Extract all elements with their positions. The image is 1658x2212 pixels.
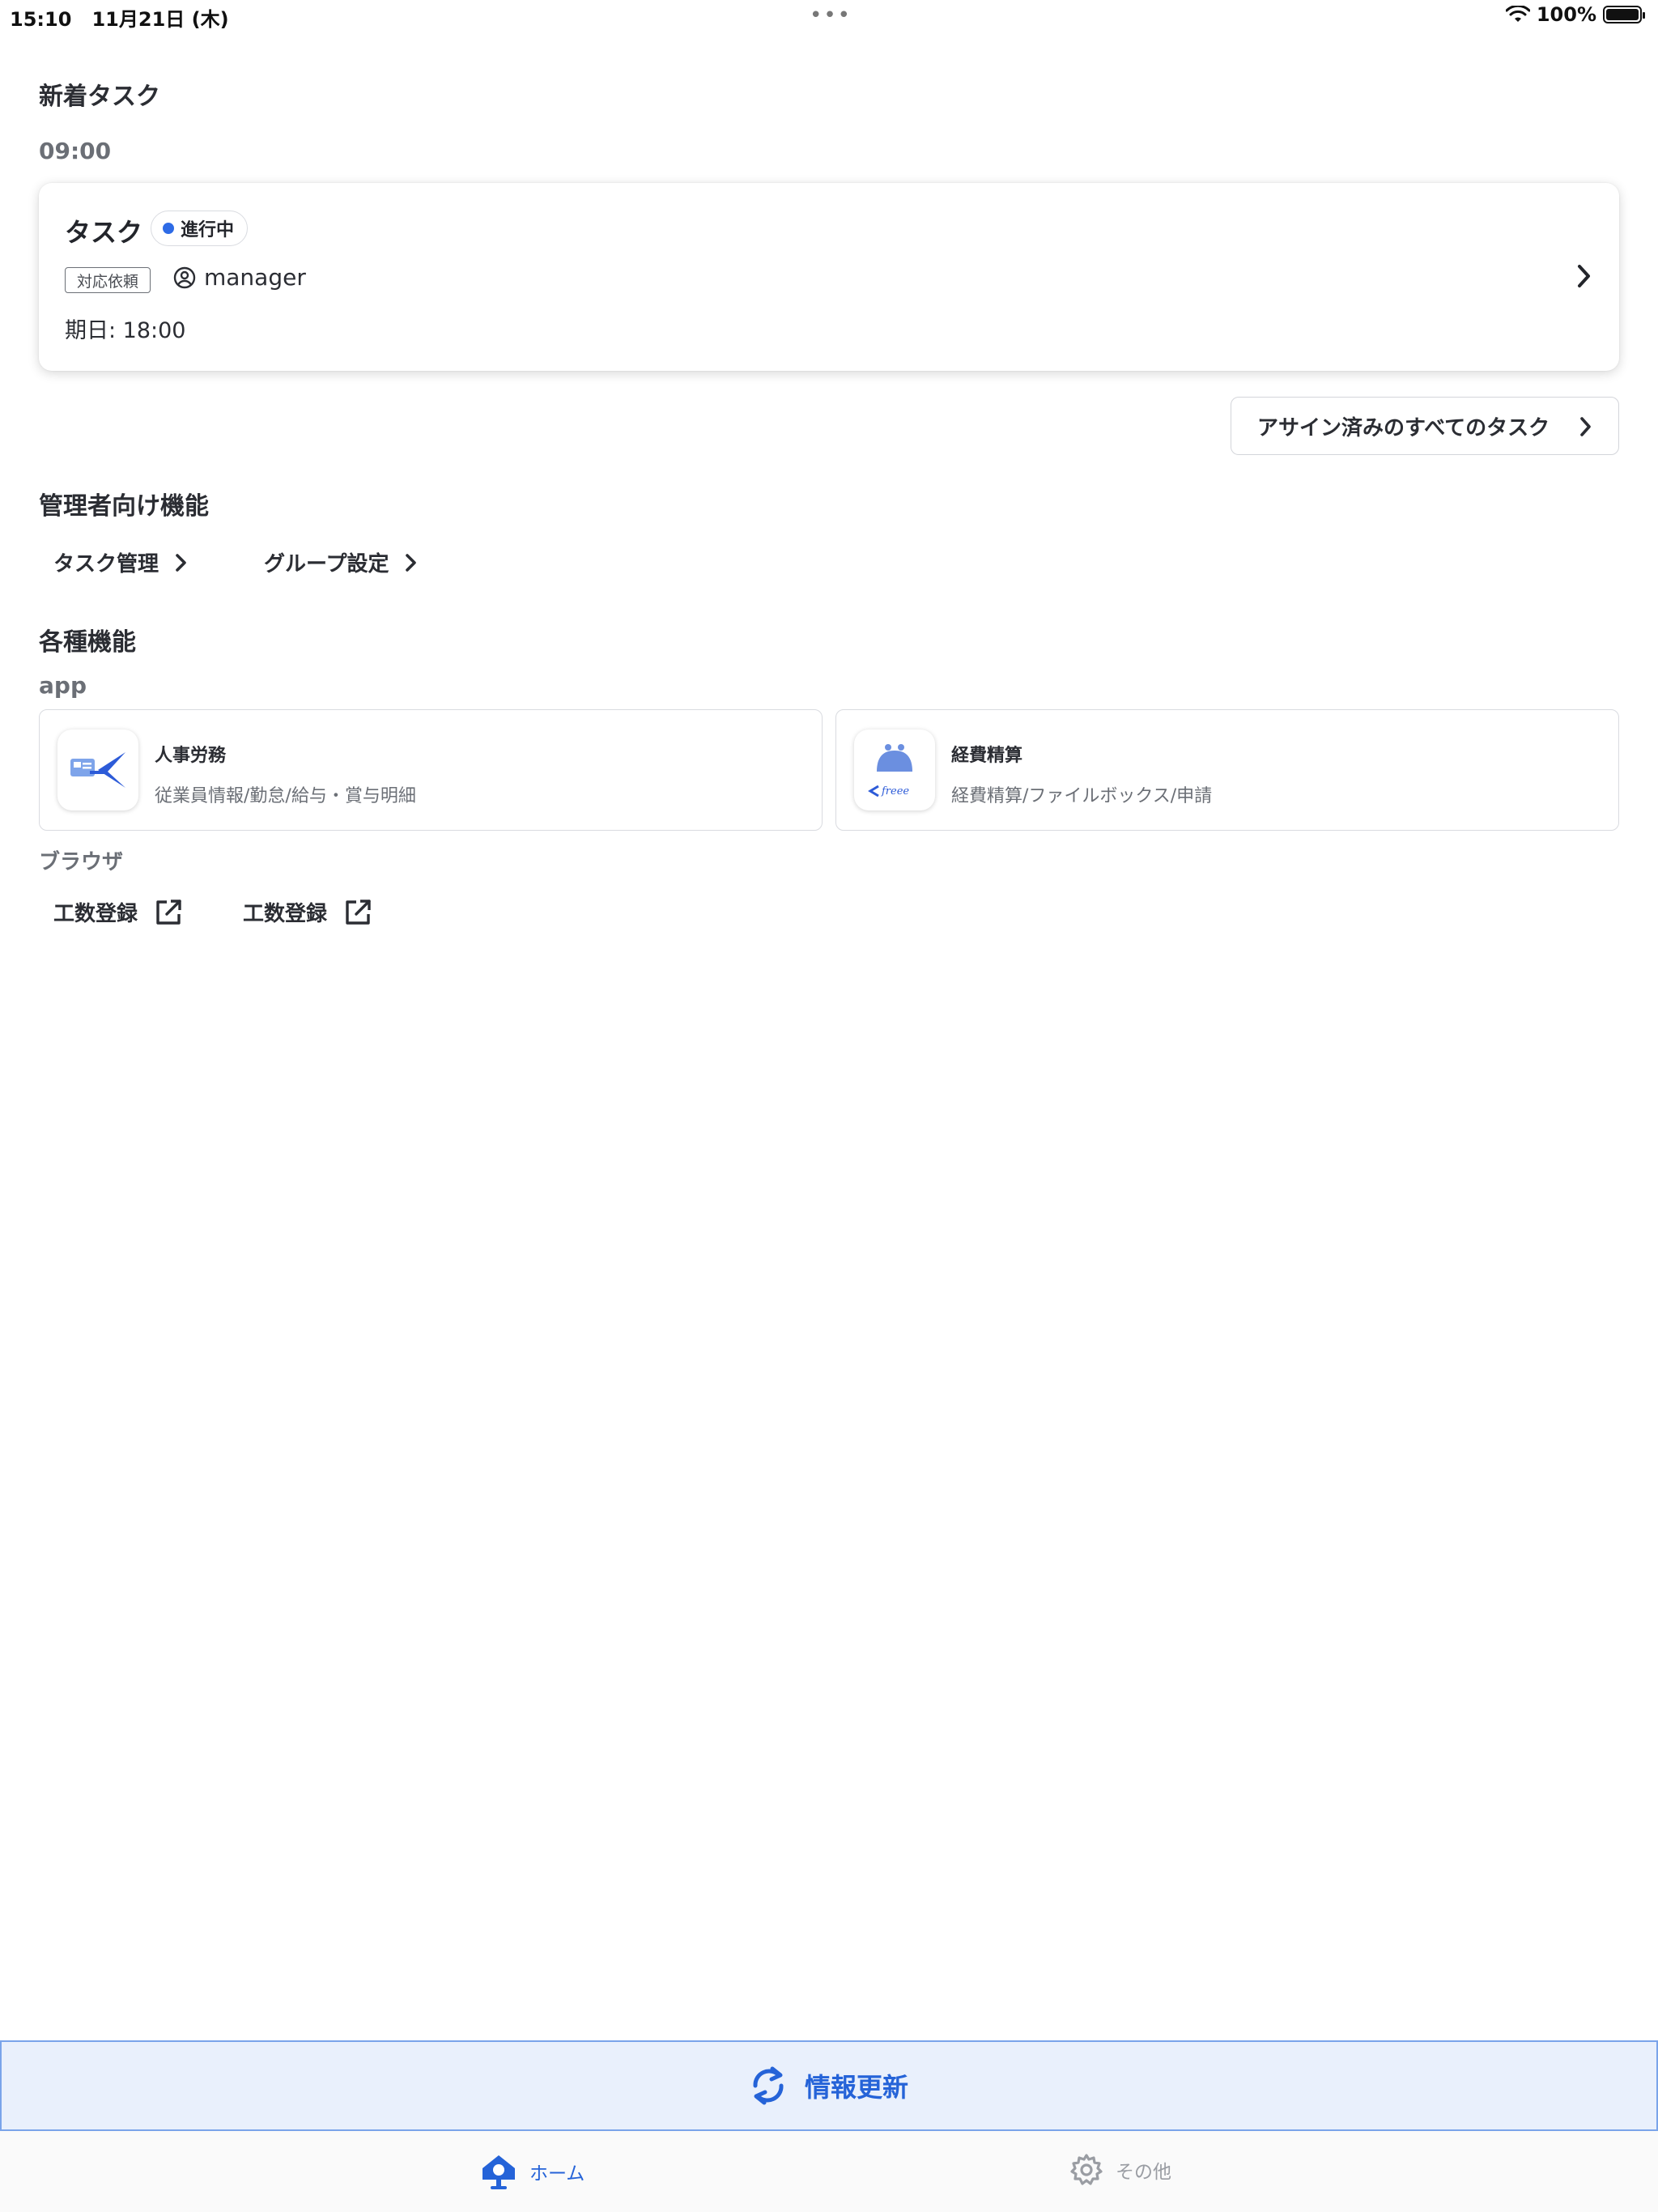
task-card[interactable]: タスク 進行中 対応依頼 manager 期日: 18:00: [39, 183, 1619, 371]
link-group-settings[interactable]: グループ設定: [264, 547, 418, 577]
app-tile-hr[interactable]: 人事労務 従業員情報/勤怠/給与・賞与明細: [39, 709, 823, 831]
all-assigned-tasks-label: アサイン済みのすべてのタスク: [1257, 415, 1550, 440]
app-tile-expense[interactable]: freee 経費精算 経費精算/ファイルボックス/申請: [835, 709, 1619, 831]
tab-other[interactable]: その他: [1069, 2152, 1171, 2188]
assignee-name: manager: [204, 264, 306, 291]
chevron-right-icon: [1578, 265, 1590, 287]
status-bar: 15:10 11月21日 (木) ••• 100%: [0, 0, 1658, 36]
app-description: 従業員情報/勤怠/給与・賞与明細: [155, 786, 416, 806]
app-description: 経費精算/ファイルボックス/申請: [951, 786, 1213, 806]
chevron-right-icon: [176, 553, 186, 572]
task-type-tag: 対応依頼: [65, 267, 151, 293]
link-task-management-label: タスク管理: [53, 552, 159, 576]
new-tasks-heading: 新着タスク: [39, 83, 160, 111]
refresh-button[interactable]: 情報更新: [0, 2040, 1658, 2131]
chevron-right-icon: [1580, 417, 1591, 436]
user-circle-icon: [173, 266, 196, 288]
browser-link-2[interactable]: 工数登録: [243, 897, 372, 927]
refresh-icon: [753, 2066, 784, 2105]
gear-icon: [1070, 2154, 1103, 2185]
external-link-icon: [346, 899, 371, 925]
task-title: タスク: [65, 217, 143, 248]
freee-hr-icon: [57, 730, 138, 810]
tab-home-label: ホーム: [529, 2163, 585, 2184]
time-group-label: 09:00: [39, 138, 112, 164]
admin-heading: 管理者向け機能: [39, 492, 209, 521]
browser-link-1[interactable]: 工数登録: [53, 897, 183, 927]
wifi-icon: [1505, 6, 1530, 22]
svg-text:freee: freee: [881, 785, 909, 798]
home-icon: [483, 2155, 515, 2189]
app-name: 人事労務: [155, 746, 227, 766]
status-badge: 進行中: [151, 211, 249, 246]
tab-other-label: その他: [1116, 2162, 1171, 2183]
battery-icon: [1603, 6, 1645, 23]
browser-link-label: 工数登録: [53, 902, 138, 926]
status-badge-label: 進行中: [181, 220, 235, 240]
chevron-right-icon: [406, 553, 417, 572]
link-task-management[interactable]: タスク管理: [53, 547, 188, 577]
external-link-icon: [156, 899, 181, 925]
status-dot-icon: [163, 223, 174, 234]
all-assigned-tasks-button[interactable]: アサイン済みのすべてのタスク: [1231, 397, 1619, 455]
refresh-label: 情報更新: [804, 2072, 908, 2103]
app-name: 経費精算: [951, 746, 1023, 766]
status-date: 11月21日 (木): [91, 8, 229, 31]
features-heading: 各種機能: [39, 628, 136, 657]
status-right: 100%: [1505, 3, 1645, 26]
task-due: 期日: 18:00: [65, 318, 186, 343]
browser-section-label: ブラウザ: [39, 850, 124, 874]
tab-home[interactable]: ホーム: [479, 2152, 585, 2191]
assignee: manager: [173, 264, 306, 291]
freee-expense-icon: freee: [854, 730, 935, 810]
multitasking-dots-icon[interactable]: •••: [810, 3, 852, 28]
app-section-label: app: [39, 672, 87, 699]
link-group-settings-label: グループ設定: [264, 552, 389, 576]
browser-link-label: 工数登録: [243, 902, 328, 926]
status-time: 15:10 11月21日 (木): [10, 8, 229, 31]
battery-percent: 100%: [1536, 3, 1596, 26]
tab-bar: ホーム その他: [0, 2131, 1658, 2212]
